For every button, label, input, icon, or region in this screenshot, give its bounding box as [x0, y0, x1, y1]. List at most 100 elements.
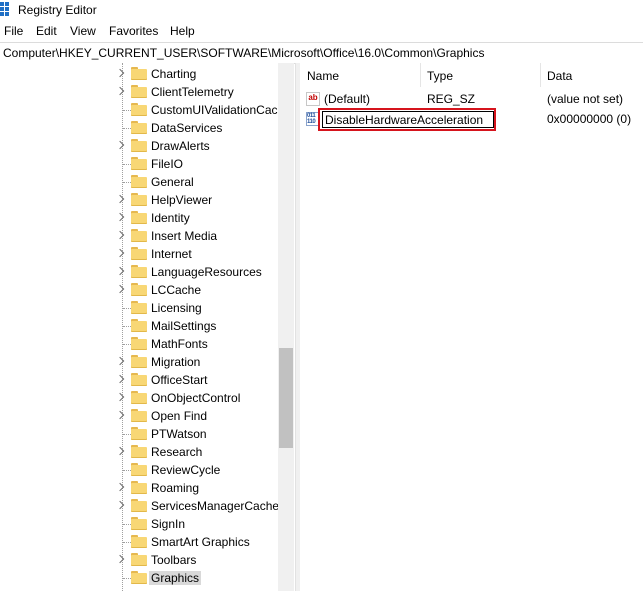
address-bar[interactable]: Computer\HKEY_CURRENT_USER\SOFTWARE\Micr…	[0, 42, 643, 64]
folder-icon	[131, 139, 147, 152]
tree-item-label: LanguageResources	[151, 265, 262, 279]
tree-item-label: MathFonts	[151, 337, 208, 351]
chevron-right-icon[interactable]	[115, 482, 125, 492]
tree-item[interactable]: MathFonts	[0, 335, 278, 353]
tree-item[interactable]: PTWatson	[0, 425, 278, 443]
chevron-right-icon[interactable]	[115, 194, 125, 204]
tree-item[interactable]: CustomUIValidationCac	[0, 101, 278, 119]
tree-scrollbar[interactable]	[278, 63, 294, 591]
tree-item[interactable]: SignIn	[0, 515, 278, 533]
folder-icon	[131, 265, 147, 278]
tree-item[interactable]: ReviewCycle	[0, 461, 278, 479]
menu-edit[interactable]: Edit	[36, 24, 57, 38]
tree-item[interactable]: Migration	[0, 353, 278, 371]
tree-item[interactable]: Charting	[0, 65, 278, 83]
tree-item[interactable]: ClientTelemetry	[0, 83, 278, 101]
chevron-right-icon[interactable]	[115, 212, 125, 222]
column-data-header[interactable]: Data	[541, 63, 643, 87]
tree-item[interactable]: Research	[0, 443, 278, 461]
chevron-right-icon[interactable]	[115, 284, 125, 294]
tree-item[interactable]: LanguageResources	[0, 263, 278, 281]
folder-icon	[131, 193, 147, 206]
folder-icon	[131, 499, 147, 512]
tree-scroll-thumb[interactable]	[279, 348, 293, 448]
menu-file[interactable]: File	[4, 24, 23, 38]
value-row-default[interactable]: ab (Default) REG_SZ (value not set)	[300, 90, 643, 109]
folder-icon	[131, 175, 147, 188]
menu-view[interactable]: View	[70, 24, 96, 38]
tree-item[interactable]: Insert Media	[0, 227, 278, 245]
folder-icon	[131, 283, 147, 296]
folder-icon	[131, 391, 147, 404]
tree-connector	[123, 110, 131, 111]
tree-item[interactable]: HelpViewer	[0, 191, 278, 209]
chevron-right-icon[interactable]	[115, 140, 125, 150]
tree-item-label: SmartArt Graphics	[151, 535, 250, 549]
chevron-right-icon[interactable]	[115, 374, 125, 384]
registry-editor-icon	[0, 2, 12, 16]
tree-item[interactable]: SmartArt Graphics	[0, 533, 278, 551]
chevron-right-icon[interactable]	[115, 500, 125, 510]
tree-connector	[123, 182, 131, 183]
value-name: (Default)	[324, 92, 371, 106]
tree-item-label: FileIO	[151, 157, 184, 171]
chevron-right-icon[interactable]	[115, 248, 125, 258]
address-path[interactable]: Computer\HKEY_CURRENT_USER\SOFTWARE\Micr…	[3, 46, 484, 60]
tree-item[interactable]: OnObjectControl	[0, 389, 278, 407]
tree-item[interactable]: Identity	[0, 209, 278, 227]
value-row-new[interactable]: 011 110 0x00000000 (0)	[300, 108, 643, 131]
tree-item-label: CustomUIValidationCac	[151, 103, 278, 117]
chevron-right-icon[interactable]	[115, 410, 125, 420]
chevron-right-icon[interactable]	[115, 392, 125, 402]
tree-item-label: OnObjectControl	[151, 391, 241, 405]
folder-icon	[131, 211, 147, 224]
tree-item[interactable]: DataServices	[0, 119, 278, 137]
chevron-right-icon[interactable]	[115, 230, 125, 240]
tree-connector	[123, 542, 131, 543]
chevron-right-icon[interactable]	[115, 266, 125, 276]
chevron-right-icon[interactable]	[115, 554, 125, 564]
rename-highlight	[318, 108, 496, 131]
tree-item-label: Toolbars	[151, 553, 197, 567]
tree-item[interactable]: Roaming	[0, 479, 278, 497]
tree-item-label: DrawAlerts	[151, 139, 210, 153]
tree-item[interactable]: OfficeStart	[0, 371, 278, 389]
tree-item[interactable]: DrawAlerts	[0, 137, 278, 155]
tree-item[interactable]: Toolbars	[0, 551, 278, 569]
tree-item[interactable]: MailSettings	[0, 317, 278, 335]
column-name-header[interactable]: Name	[300, 63, 420, 87]
tree-item-label: LCCache	[151, 283, 202, 297]
rename-input[interactable]	[322, 111, 494, 128]
tree-item[interactable]: Open Find	[0, 407, 278, 425]
chevron-right-icon[interactable]	[115, 446, 125, 456]
folder-icon	[131, 373, 147, 386]
tree-item[interactable]: FileIO	[0, 155, 278, 173]
menu-favorites[interactable]: Favorites	[109, 24, 158, 38]
tree-connector	[123, 524, 131, 525]
column-type-header[interactable]: Type	[421, 63, 540, 87]
tree-item[interactable]: General	[0, 173, 278, 191]
tree-item[interactable]: Internet	[0, 245, 278, 263]
tree-item[interactable]: ServicesManagerCache	[0, 497, 280, 515]
tree-item-label: General	[151, 175, 194, 189]
folder-icon	[131, 121, 147, 134]
values-list[interactable]: Name Type Data ab (Default) REG_SZ (valu…	[300, 63, 643, 591]
tree-item[interactable]: Licensing	[0, 299, 278, 317]
tree-item-label: Open Find	[151, 409, 208, 423]
folder-icon	[131, 337, 147, 350]
tree-item[interactable]: LCCache	[0, 281, 278, 299]
tree-item-label: ServicesManagerCache	[151, 499, 280, 513]
key-tree[interactable]: Charting ClientTelemetry CustomUIValidatio…	[0, 63, 294, 591]
tree-item-label: HelpViewer	[151, 193, 213, 207]
folder-icon	[131, 67, 147, 80]
folder-icon	[131, 229, 147, 242]
value-data: 0x00000000 (0)	[547, 112, 632, 126]
tree-item-label: Roaming	[151, 481, 200, 495]
tree-item-label: ClientTelemetry	[151, 85, 234, 99]
chevron-right-icon[interactable]	[115, 356, 125, 366]
chevron-right-icon[interactable]	[115, 86, 125, 96]
folder-icon	[131, 247, 147, 260]
menu-help[interactable]: Help	[170, 24, 195, 38]
chevron-right-icon[interactable]	[115, 68, 125, 78]
tree-item[interactable]: Graphics	[0, 569, 278, 587]
